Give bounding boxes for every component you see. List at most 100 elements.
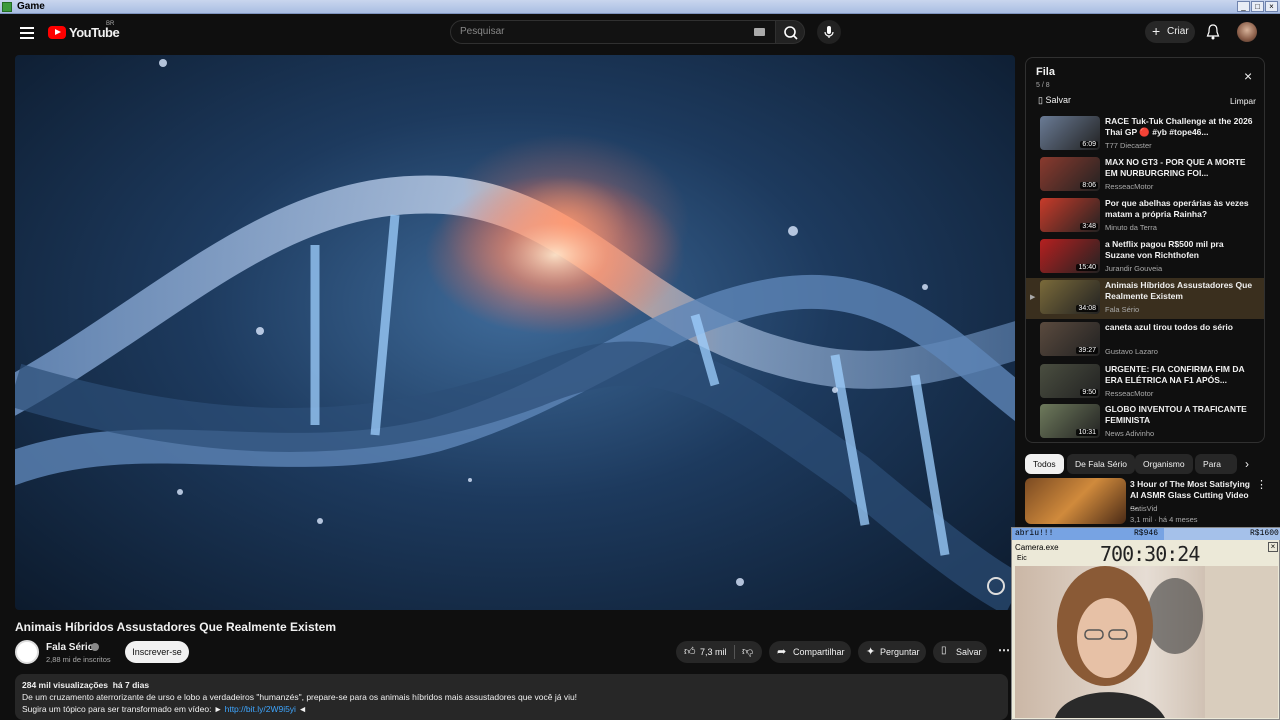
goal-target: R$1600 (1250, 529, 1279, 538)
queue-thumbnail[interactable]: 39:27 (1040, 322, 1100, 356)
queue-thumbnail[interactable]: 9:50 (1040, 364, 1100, 398)
queue-item[interactable]: 9:50 URGENTE: FIA CONFIRMA FIM DA ERA ELÉ… (1026, 362, 1264, 403)
queue-position: 5 / 8 (1036, 82, 1050, 89)
like-button[interactable]: 👍︎ 7,3 mil (676, 641, 732, 663)
queue-thumbnail[interactable]: 34:08 (1040, 280, 1100, 314)
chip-para-voce[interactable]: Para vo (1195, 454, 1237, 474)
queue-item-title: a Netflix pagou R$500 mil pra Suzane von… (1105, 239, 1224, 260)
queue-item-channel: Jurandir Gouveia (1105, 264, 1163, 273)
share-label: Compartilhar (793, 647, 845, 657)
close-queue-icon[interactable]: × (1244, 68, 1252, 84)
queue-thumbnail[interactable]: 10:31 (1040, 404, 1100, 438)
queue-item-title: URGENTE: FIA CONFIRMA FIM DA ERA ELÉTRIC… (1105, 364, 1245, 385)
window-titlebar: Game _ □ × (0, 0, 1280, 14)
verified-icon (91, 643, 99, 651)
bookmark-icon: ▯ (941, 645, 947, 656)
queue-item-channel: News Adivinho (1105, 429, 1155, 438)
share-button[interactable]: ➦ Compartilhar (769, 641, 851, 663)
queue-save-button[interactable]: ▯ Salvar (1038, 95, 1071, 106)
maximize-button[interactable]: □ (1251, 1, 1264, 12)
video-duration: 9:50 (1080, 389, 1098, 396)
chip-organismo[interactable]: Organismo (1135, 454, 1193, 474)
minimize-button[interactable]: _ (1237, 1, 1250, 12)
dislike-button[interactable]: 👎︎ (738, 641, 762, 663)
keyboard-icon[interactable] (754, 28, 765, 36)
recommended-thumbnail[interactable] (1025, 478, 1126, 524)
queue-thumbnail[interactable]: 8:06 (1040, 157, 1100, 191)
menu-icon[interactable] (20, 24, 34, 42)
voice-search-button[interactable] (817, 20, 841, 44)
video-duration: 34:08 (1076, 305, 1098, 312)
queue-item-channel: T77 Diecaster (1105, 141, 1152, 150)
channel-avatar[interactable] (15, 640, 39, 664)
chip-todos[interactable]: Todos (1025, 454, 1064, 474)
webcam-person (1055, 566, 1278, 718)
queue-save-label: Salvar (1045, 95, 1071, 105)
queue-item-title: Animais Híbridos Assustadores Que Realme… (1105, 280, 1253, 301)
chip-de-fala-serio[interactable]: De Fala Sério (1067, 454, 1135, 474)
goal-label: abriu!!! (1015, 529, 1054, 538)
recommended-menu-icon[interactable]: ⋮ (1256, 478, 1267, 491)
queue-panel: Fila 5 / 8 × ▯ Salvar Limpar 6:09 RACE Tu… (1025, 57, 1265, 443)
notifications-button[interactable] (1205, 23, 1221, 46)
chevron-right-icon[interactable]: › (1245, 457, 1249, 471)
subscribe-button[interactable]: Inscrever-se (125, 641, 189, 663)
queue-item[interactable]: ▶ 34:08 Animais Híbridos Assustadores Que … (1026, 278, 1264, 319)
close-window-button[interactable]: × (1265, 1, 1278, 12)
queue-thumbnail[interactable]: 15:40 (1040, 239, 1100, 273)
queue-item-channel: ResseacMotor (1105, 389, 1154, 398)
queue-item[interactable]: 6:09 RACE Tuk-Tuk Challenge at the 2026 T… (1026, 114, 1264, 155)
subscriber-count: 2,88 mi de inscritos (46, 655, 111, 664)
video-duration: 6:09 (1080, 141, 1098, 148)
account-avatar[interactable] (1237, 22, 1257, 42)
queue-thumbnail[interactable]: 6:09 (1040, 116, 1100, 150)
video-duration: 3:48 (1080, 223, 1098, 230)
divider (734, 645, 735, 659)
more-actions-icon[interactable]: ⋯ (998, 643, 1010, 657)
queue-item[interactable]: 39:27 caneta azul tirou todos do sério Gus… (1026, 320, 1264, 361)
camera-window-title: Camera.exe (1015, 543, 1059, 552)
channel-watermark-icon[interactable] (987, 577, 1005, 595)
search-input[interactable]: Pesquisar (450, 20, 776, 44)
logo-text: YouTube (69, 25, 120, 40)
top-bar: YouTube BR Pesquisar + Criar (0, 14, 1280, 52)
stream-overlay: abriu!!! R$946 R$1600 Camera.exe Eic × 7… (1011, 527, 1280, 720)
queue-item[interactable]: 15:40 a Netflix pagou R$500 mil pra Suzan… (1026, 237, 1264, 278)
save-video-button[interactable]: ▯ Salvar (933, 641, 987, 663)
ask-label: Perguntar (880, 647, 920, 657)
like-dislike-group: 👍︎ 7,3 mil 👎︎ (676, 641, 762, 663)
description-link[interactable]: http://bit.ly/2W9i5yi (225, 704, 296, 714)
ask-button[interactable]: ✦ Perguntar (858, 641, 926, 663)
channel-name[interactable]: Fala Sério (46, 642, 94, 653)
queue-item[interactable]: 3:48 Por que abelhas operárias às vezes m… (1026, 196, 1264, 237)
queue-item-title: GLOBO INVENTOU A TRAFICANTE FEMINISTA (1105, 404, 1247, 425)
queue-item-channel: Gustavo Lazaro (1105, 347, 1158, 356)
microphone-icon (824, 26, 834, 38)
app-icon (2, 2, 12, 12)
youtube-logo[interactable]: YouTube (48, 25, 120, 40)
queue-item-title: caneta azul tirou todos do sério (1105, 322, 1233, 332)
queue-item-channel: Fala Sério (1105, 305, 1140, 314)
goal-bar: abriu!!! R$946 R$1600 (1012, 528, 1280, 540)
search-placeholder: Pesquisar (460, 26, 505, 37)
like-count: 7,3 mil (700, 647, 727, 657)
create-label: Criar (1167, 26, 1189, 37)
queue-thumbnail[interactable]: 3:48 (1040, 198, 1100, 232)
queue-title: Fila (1036, 66, 1055, 78)
view-stats: 284 mil visualizações há 7 dias (22, 680, 149, 690)
sparkle-icon: ✦ (866, 646, 876, 658)
queue-clear-button[interactable]: Limpar (1230, 96, 1256, 106)
video-duration: 39:27 (1076, 347, 1098, 354)
subathon-timer: 700:30:24 (1100, 542, 1200, 566)
search-button[interactable] (775, 20, 805, 44)
upload-age: há 7 dias (112, 680, 150, 690)
webcam-feed (1015, 566, 1278, 718)
description-box[interactable]: 284 mil visualizações há 7 dias De um cr… (15, 674, 1008, 720)
queue-item[interactable]: 10:31 GLOBO INVENTOU A TRAFICANTE FEMINIS… (1026, 402, 1264, 442)
camera-close-icon[interactable]: × (1268, 542, 1278, 552)
video-player[interactable] (15, 55, 1015, 610)
description-arrow: ◄ (298, 704, 307, 714)
queue-item[interactable]: 8:06 MAX NO GT3 - POR QUE A MORTE EM NURB… (1026, 155, 1264, 196)
queue-item-title: MAX NO GT3 - POR QUE A MORTE EM NURBURGR… (1105, 157, 1246, 178)
create-button[interactable]: + Criar (1145, 21, 1195, 43)
